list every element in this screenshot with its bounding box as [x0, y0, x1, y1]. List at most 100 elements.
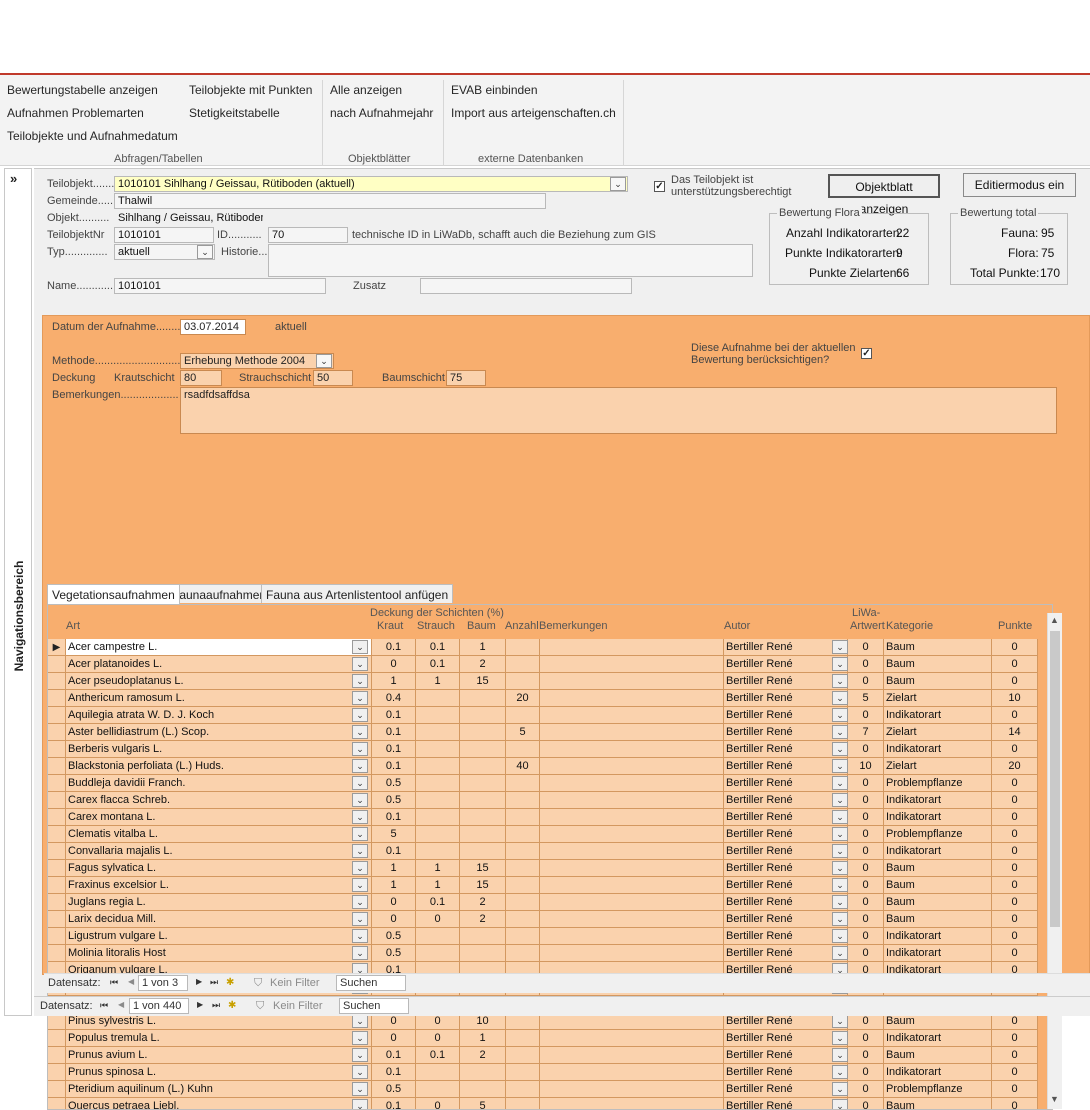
- cell-strauch[interactable]: 0.1: [416, 1047, 460, 1064]
- navigation-pane[interactable]: » Navigationsbereich: [4, 168, 32, 1016]
- record-selector[interactable]: [48, 894, 66, 911]
- cell-art[interactable]: Carex montana L.: [66, 809, 372, 826]
- chevron-down-icon[interactable]: ⌄: [832, 946, 848, 960]
- chevron-down-icon[interactable]: ⌄: [352, 929, 368, 943]
- cell-strauch[interactable]: [416, 758, 460, 775]
- chevron-down-icon[interactable]: ⌄: [832, 878, 848, 892]
- zusatz-field[interactable]: [420, 278, 632, 294]
- cell-art[interactable]: Acer pseudoplatanus L.: [66, 673, 372, 690]
- cell-bemerkungen[interactable]: [540, 1064, 724, 1081]
- chevron-down-icon[interactable]: ⌄: [832, 674, 848, 688]
- cell-anzahl[interactable]: [506, 707, 540, 724]
- chevron-down-icon[interactable]: ⌄: [832, 861, 848, 875]
- cell-artwert[interactable]: 0: [848, 911, 884, 928]
- cell-kraut[interactable]: 0.1: [372, 639, 416, 656]
- cell-strauch[interactable]: [416, 724, 460, 741]
- cell-artwert[interactable]: 0: [848, 1047, 884, 1064]
- cell-art[interactable]: Prunus spinosa L.: [66, 1064, 372, 1081]
- cell-kategorie[interactable]: Zielart: [884, 690, 992, 707]
- chevron-down-icon[interactable]: ⌄: [352, 759, 368, 773]
- chevron-down-icon[interactable]: ⌄: [832, 657, 848, 671]
- cell-strauch[interactable]: 1: [416, 860, 460, 877]
- table-row[interactable]: Acer platanoides L. ⌄ 0 0.1 2 Bertiller René ⌄…: [48, 656, 1038, 673]
- cell-kraut[interactable]: 0.1: [372, 1064, 416, 1081]
- chevron-down-icon[interactable]: ⌄: [832, 1014, 848, 1028]
- cell-artwert[interactable]: 0: [848, 639, 884, 656]
- cell-strauch[interactable]: 0: [416, 1030, 460, 1047]
- table-row[interactable]: Juglans regia L. ⌄ 0 0.1 2 Bertiller René ⌄ 0 Ba…: [48, 894, 1038, 911]
- cell-strauch[interactable]: 0: [416, 911, 460, 928]
- cell-art[interactable]: Aster bellidiastrum (L.) Scop.: [66, 724, 372, 741]
- chevron-down-icon[interactable]: ⌄: [352, 827, 368, 841]
- new-record-icon[interactable]: ✱: [226, 977, 234, 988]
- cell-strauch[interactable]: [416, 826, 460, 843]
- objektblatt-anzeigen-button[interactable]: Objektblatt anzeigen: [828, 174, 940, 216]
- cell-punkte[interactable]: 0: [992, 826, 1038, 843]
- cell-kategorie[interactable]: Baum: [884, 877, 992, 894]
- cell-baum[interactable]: [460, 792, 506, 809]
- cell-baum[interactable]: 5: [460, 1098, 506, 1109]
- cell-kraut[interactable]: 0.1: [372, 707, 416, 724]
- record-selector[interactable]: [48, 928, 66, 945]
- chevron-down-icon[interactable]: ⌄: [832, 844, 848, 858]
- cell-bemerkungen[interactable]: [540, 1098, 724, 1109]
- cell-kraut[interactable]: 0.1: [372, 724, 416, 741]
- cell-artwert[interactable]: 0: [848, 945, 884, 962]
- cell-bemerkungen[interactable]: [540, 724, 724, 741]
- chevron-down-icon[interactable]: ⌄: [197, 245, 213, 259]
- cell-autor[interactable]: Bertiller René: [724, 639, 848, 656]
- filter-icon[interactable]: ⛉: [254, 977, 262, 990]
- cell-bemerkungen[interactable]: [540, 877, 724, 894]
- cell-art[interactable]: Aquilegia atrata W. D. J. Koch: [66, 707, 372, 724]
- cell-kraut[interactable]: 0.1: [372, 843, 416, 860]
- cell-bemerkungen[interactable]: [540, 945, 724, 962]
- teilobjekt-combo[interactable]: 1010101 Sihlhang / Geissau, Rütiboden (a…: [114, 176, 628, 192]
- cell-bemerkungen[interactable]: [540, 775, 724, 792]
- cell-artwert[interactable]: 0: [848, 928, 884, 945]
- cell-artwert[interactable]: 0: [848, 809, 884, 826]
- chevron-down-icon[interactable]: ⌄: [352, 691, 368, 705]
- cell-anzahl[interactable]: [506, 673, 540, 690]
- teilobjektnr-field[interactable]: 1010101: [114, 227, 214, 243]
- cell-kraut[interactable]: 0: [372, 656, 416, 673]
- cell-anzahl[interactable]: [506, 775, 540, 792]
- cell-art[interactable]: Populus tremula L.: [66, 1030, 372, 1047]
- chevron-down-icon[interactable]: ⌄: [352, 1065, 368, 1079]
- import-arteigenschaften-button[interactable]: Import aus arteigenschaften.ch: [451, 106, 616, 120]
- chevron-down-icon[interactable]: ⌄: [832, 810, 848, 824]
- record-selector[interactable]: [48, 724, 66, 741]
- cell-anzahl[interactable]: 40: [506, 758, 540, 775]
- record-selector[interactable]: [48, 1030, 66, 1047]
- cell-baum[interactable]: [460, 741, 506, 758]
- last-record-icon[interactable]: ⏭: [210, 977, 218, 988]
- cell-art[interactable]: Berberis vulgaris L.: [66, 741, 372, 758]
- cell-strauch[interactable]: [416, 945, 460, 962]
- name-field[interactable]: 1010101: [114, 278, 326, 294]
- prev-record-icon[interactable]: ◀: [128, 977, 134, 986]
- chevron-down-icon[interactable]: ⌄: [832, 691, 848, 705]
- cell-kategorie[interactable]: Baum: [884, 1098, 992, 1109]
- chevron-down-icon[interactable]: ⌄: [352, 742, 368, 756]
- record-selector[interactable]: ▶: [48, 639, 66, 656]
- cell-art[interactable]: Clematis vitalba L.: [66, 826, 372, 843]
- cell-anzahl[interactable]: [506, 1098, 540, 1109]
- cell-kraut[interactable]: 1: [372, 877, 416, 894]
- cell-art[interactable]: Buddleja davidii Franch.: [66, 775, 372, 792]
- cell-baum[interactable]: 2: [460, 656, 506, 673]
- record-selector[interactable]: [48, 792, 66, 809]
- aufnahmen-problemarten-button[interactable]: Aufnahmen Problemarten: [7, 106, 144, 120]
- cell-baum[interactable]: 1: [460, 1030, 506, 1047]
- cell-strauch[interactable]: 0.1: [416, 639, 460, 656]
- cell-bemerkungen[interactable]: [540, 741, 724, 758]
- cell-artwert[interactable]: 7: [848, 724, 884, 741]
- cell-artwert[interactable]: 0: [848, 860, 884, 877]
- first-record-icon[interactable]: ⏮: [100, 1000, 108, 1011]
- chevron-down-icon[interactable]: ⌄: [832, 1031, 848, 1045]
- cell-bemerkungen[interactable]: [540, 690, 724, 707]
- table-row[interactable]: Quercus petraea Liebl. ⌄ 0.1 0 5 Bertiller Re…: [48, 1098, 1038, 1109]
- cell-autor[interactable]: Bertiller René: [724, 809, 848, 826]
- cell-autor[interactable]: Bertiller René: [724, 1047, 848, 1064]
- cell-punkte[interactable]: 0: [992, 894, 1038, 911]
- cell-autor[interactable]: Bertiller René: [724, 911, 848, 928]
- gemeinde-field[interactable]: Thalwil: [114, 193, 546, 209]
